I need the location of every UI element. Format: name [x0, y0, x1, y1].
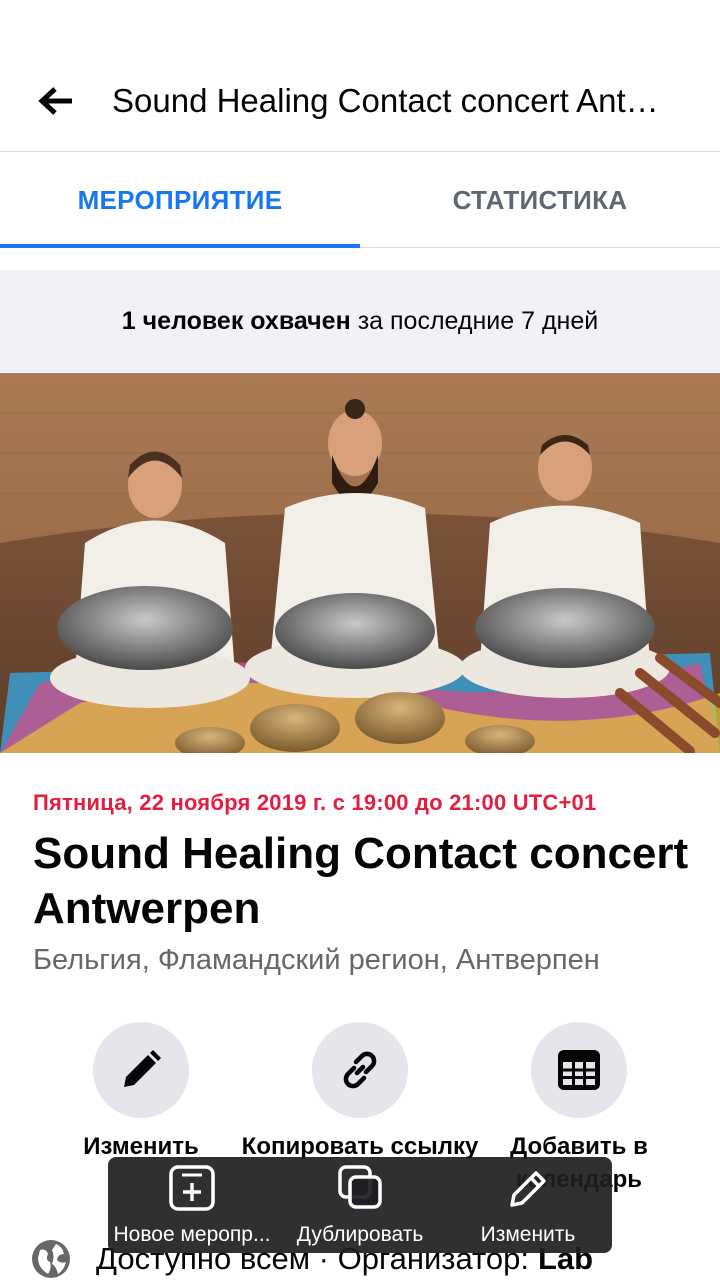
pencil-icon: [510, 1171, 546, 1207]
event-cover-photo[interactable]: [0, 373, 720, 753]
event-title: Sound Healing Contact concert Antwerpen: [33, 829, 689, 933]
tab-statistics[interactable]: СТАТИСТИКА: [360, 152, 720, 248]
new-event-icon: [169, 1165, 215, 1211]
tab-bar: МЕРОПРИЯТИЕ СТАТИСТИКА: [0, 152, 720, 248]
cover-illustration: [0, 373, 720, 753]
duplicate-icon: [338, 1165, 382, 1209]
new-event-button[interactable]: Новое меропр...: [108, 1157, 276, 1253]
globe-icon: [32, 1240, 70, 1278]
reach-banner: 1 человек охвачен за последние 7 дней: [0, 270, 720, 372]
new-event-label: Новое меропр...: [113, 1223, 271, 1246]
floating-action-toolbar: Новое меропр... Дублировать Изменить: [108, 1157, 612, 1253]
copy-link-action[interactable]: Копировать ссылку: [240, 1022, 480, 1163]
event-location[interactable]: Бельгия, Фламандский регион, Антверпен: [33, 944, 683, 977]
tab-event[interactable]: МЕРОПРИЯТИЕ: [0, 152, 360, 248]
event-date: Пятница, 22 ноября 2019 г. с 19:00 до 21…: [33, 790, 597, 815]
arrow-left-icon: [38, 87, 72, 115]
app-bar: Sound Healing Contact concert Antwerpen: [0, 0, 720, 152]
link-icon: [343, 1051, 377, 1089]
duplicate-label: Дублировать: [296, 1223, 424, 1246]
add-to-calendar-button[interactable]: [531, 1022, 627, 1118]
calendar-icon: [558, 1050, 600, 1090]
overlay-edit-label: Изменить: [480, 1223, 576, 1246]
edit-action[interactable]: Изменить: [21, 1022, 261, 1163]
overlay-edit-button[interactable]: Изменить: [444, 1157, 612, 1253]
edit-button[interactable]: [93, 1022, 189, 1118]
reach-count: 1 человек охвачен: [121, 306, 351, 335]
active-tab-indicator: [0, 244, 360, 248]
reach-period: за последние 7 дней: [357, 306, 599, 335]
page-title: Sound Healing Contact concert Antwerpen: [112, 82, 672, 119]
back-button[interactable]: [30, 78, 82, 124]
duplicate-button[interactable]: Дублировать: [276, 1157, 444, 1253]
copy-link-button[interactable]: [312, 1022, 408, 1118]
pencil-icon: [124, 1050, 161, 1087]
